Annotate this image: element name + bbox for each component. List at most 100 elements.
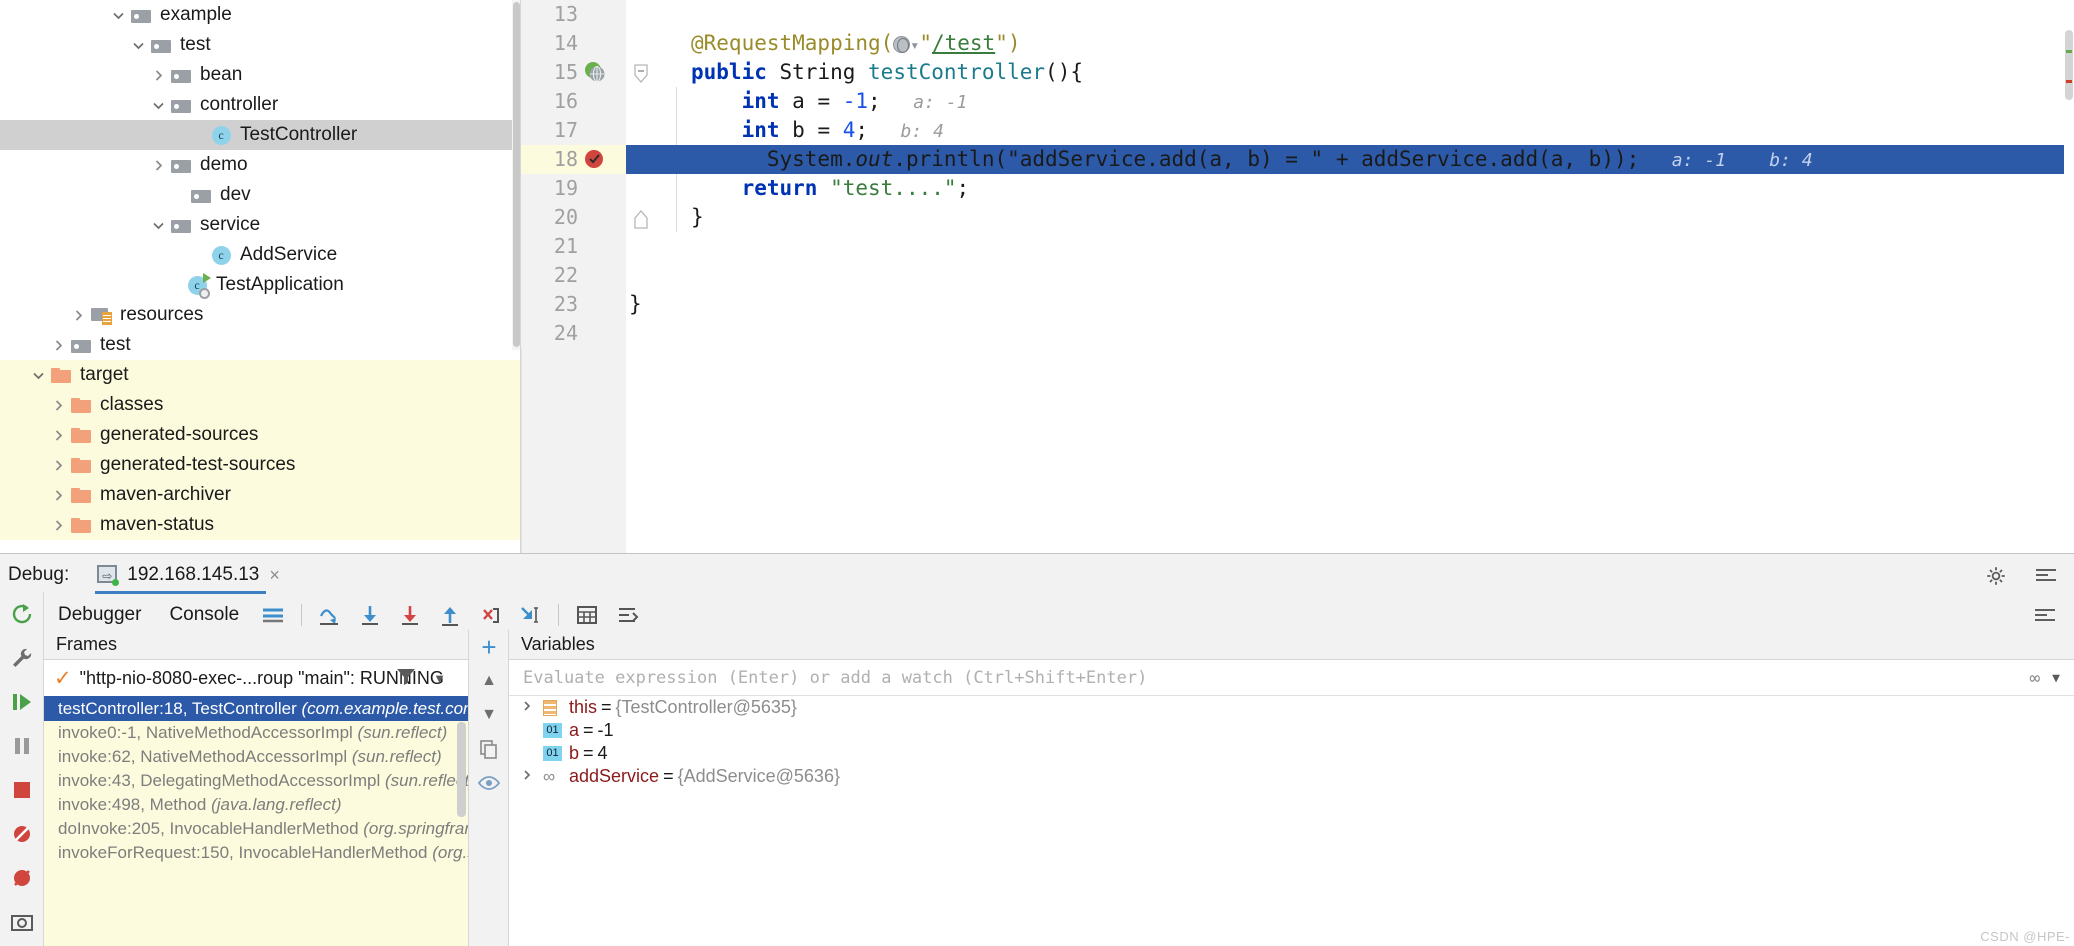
- chevron-right-icon[interactable]: [521, 696, 543, 719]
- chevron-down-icon[interactable]: [128, 39, 148, 52]
- chevron-down-icon[interactable]: ▼: [433, 671, 446, 686]
- code-editor[interactable]: 13 14 @RequestMapping(▾"/test") 15 public St…: [521, 0, 2074, 553]
- frame-row[interactable]: invoke:62, NativeMethodAccessorImpl (sun…: [44, 745, 468, 769]
- thread-selector[interactable]: ✓ "http-nio-8080-exec-...roup "main": RU…: [44, 660, 468, 696]
- frame-row[interactable]: invoke0:-1, NativeMethodAccessorImpl (su…: [44, 721, 468, 745]
- tree-item-dev[interactable]: dev: [0, 180, 521, 210]
- variable-row[interactable]: ∞ addService = {AddService@5636}: [509, 765, 2074, 788]
- step-out-icon[interactable]: [435, 600, 465, 630]
- code-fold-icon[interactable]: [633, 208, 651, 229]
- camera-icon[interactable]: [0, 900, 44, 944]
- code-line-23[interactable]: 23}: [521, 290, 2074, 319]
- tree-item-generated-sources[interactable]: generated-sources: [0, 420, 521, 450]
- frame-row[interactable]: testController:18, TestController (com.e…: [44, 696, 468, 721]
- chevron-right-icon[interactable]: [48, 489, 68, 502]
- editor-scrollbar-track[interactable]: [2064, 0, 2074, 553]
- url-globe-icon[interactable]: ▾: [893, 31, 919, 55]
- code-line-19[interactable]: 19 return "test....";: [521, 174, 2074, 203]
- tree-item-test[interactable]: test: [0, 30, 521, 60]
- chevron-right-icon[interactable]: [521, 765, 543, 788]
- variables-list[interactable]: this = {TestController@5635} 01 a = -1 01 b = 4 ∞ ad…: [509, 696, 2074, 788]
- code-line-14[interactable]: 14 @RequestMapping(▾"/test"): [521, 29, 2074, 58]
- tab-debugger[interactable]: Debugger: [44, 596, 155, 634]
- frame-row[interactable]: invokeForRequest:150, InvocableHandlerMe…: [44, 841, 468, 865]
- tree-item-controller[interactable]: controller: [0, 90, 521, 120]
- view-breakpoints-icon[interactable]: [0, 856, 44, 900]
- frames-list[interactable]: testController:18, TestController (com.e…: [44, 696, 468, 946]
- drop-frame-icon[interactable]: [475, 600, 505, 630]
- chevron-right-icon[interactable]: [48, 339, 68, 352]
- collapse-panel-icon[interactable]: [2030, 600, 2060, 630]
- code-line-22[interactable]: 22: [521, 261, 2074, 290]
- variable-row[interactable]: this = {TestController@5635}: [509, 696, 2074, 719]
- add-watch-icon[interactable]: +: [469, 630, 509, 664]
- debug-session-tab[interactable]: ⇨ 192.168.145.13 ×: [91, 554, 290, 596]
- web-globe-icon[interactable]: [583, 60, 609, 86]
- chevron-right-icon[interactable]: [148, 69, 168, 82]
- chevron-right-icon[interactable]: [148, 159, 168, 172]
- tree-item-example[interactable]: example: [0, 0, 521, 30]
- wrench-icon[interactable]: [0, 636, 44, 680]
- tree-item-resources[interactable]: resources: [0, 300, 521, 330]
- project-tree-panel[interactable]: example test bean controller c TestController…: [0, 0, 521, 553]
- step-over-icon[interactable]: [315, 600, 345, 630]
- tree-item-demo[interactable]: demo: [0, 150, 521, 180]
- tree-item-service[interactable]: service: [0, 210, 521, 240]
- mute-breakpoints-icon[interactable]: [0, 812, 44, 856]
- gear-icon[interactable]: [1984, 564, 2008, 588]
- code-line-16[interactable]: 16 int a = -1; a: -1: [521, 87, 2074, 116]
- chevron-down-icon[interactable]: [148, 99, 168, 112]
- frame-row[interactable]: doInvoke:205, InvocableHandlerMethod (or…: [44, 817, 468, 841]
- rerun-icon[interactable]: [0, 592, 44, 636]
- close-icon[interactable]: ×: [269, 565, 280, 586]
- tab-console[interactable]: Console: [155, 596, 253, 634]
- code-line-20[interactable]: 20}: [521, 203, 2074, 232]
- frames-scrollbar-thumb[interactable]: [457, 722, 466, 817]
- chevron-right-icon[interactable]: [48, 429, 68, 442]
- code-line-24[interactable]: 24: [521, 319, 2074, 348]
- evaluate-expression-input[interactable]: Evaluate expression (Enter) or add a wat…: [509, 660, 2074, 696]
- chevron-right-icon[interactable]: [68, 309, 88, 322]
- code-line-18[interactable]: 18 System.out.println("addService.add(a,…: [521, 145, 2074, 174]
- chevron-down-icon[interactable]: [28, 369, 48, 382]
- tree-item-target[interactable]: target: [0, 360, 521, 390]
- move-up-icon[interactable]: ▲: [469, 664, 509, 698]
- stop-icon[interactable]: [0, 768, 44, 812]
- chevron-down-icon[interactable]: [108, 9, 128, 22]
- copy-icon[interactable]: [469, 732, 509, 766]
- chevron-right-icon[interactable]: [48, 459, 68, 472]
- editor-scrollbar-thumb[interactable]: [2065, 30, 2073, 100]
- code-line-13[interactable]: 13: [521, 0, 2074, 29]
- evaluate-expression-icon[interactable]: [572, 600, 602, 630]
- tree-item-classes[interactable]: classes: [0, 390, 521, 420]
- filter-icon[interactable]: [396, 667, 416, 690]
- project-scrollbar-thumb[interactable]: [513, 2, 520, 347]
- run-to-cursor-icon[interactable]: [515, 600, 545, 630]
- frame-row[interactable]: invoke:43, DelegatingMethodAccessorImpl …: [44, 769, 468, 793]
- breakpoint-hit-icon[interactable]: [583, 147, 609, 173]
- step-into-icon[interactable]: [355, 600, 385, 630]
- resume-icon[interactable]: [0, 680, 44, 724]
- chevron-down-icon[interactable]: [148, 219, 168, 232]
- force-step-into-icon[interactable]: [395, 600, 425, 630]
- tree-item-maven-archiver[interactable]: maven-archiver: [0, 480, 521, 510]
- hide-panel-icon[interactable]: [2034, 566, 2058, 586]
- chevron-right-icon[interactable]: [48, 399, 68, 412]
- tree-item-bean[interactable]: bean: [0, 60, 521, 90]
- tree-item-addservice[interactable]: c AddService: [0, 240, 521, 270]
- tree-item-generated-test-sources[interactable]: generated-test-sources: [0, 450, 521, 480]
- chevron-down-icon[interactable]: ▼: [2052, 671, 2060, 686]
- layout-icon[interactable]: [258, 600, 288, 630]
- link-icon[interactable]: ∞: [2029, 668, 2040, 689]
- pause-icon[interactable]: [0, 724, 44, 768]
- variable-row[interactable]: 01 a = -1: [509, 719, 2074, 742]
- code-line-17[interactable]: 17 int b = 4; b: 4: [521, 116, 2074, 145]
- frame-row[interactable]: invoke:498, Method (java.lang.reflect): [44, 793, 468, 817]
- chevron-right-icon[interactable]: [48, 519, 68, 532]
- tree-item-maven-status[interactable]: maven-status: [0, 510, 521, 540]
- variable-row[interactable]: 01 b = 4: [509, 742, 2074, 765]
- code-fold-icon[interactable]: [633, 63, 651, 83]
- tree-item-testcontroller[interactable]: c TestController: [0, 120, 521, 150]
- code-line-15[interactable]: 15 public String testController(){: [521, 58, 2074, 87]
- code-line-21[interactable]: 21: [521, 232, 2074, 261]
